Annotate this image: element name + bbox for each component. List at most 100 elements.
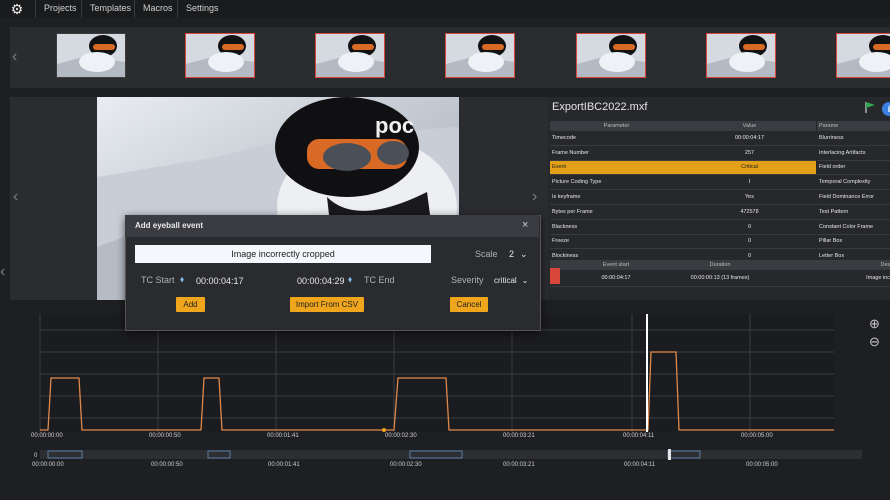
param-value: Yes xyxy=(683,189,816,205)
tc-start-spin-icon[interactable]: ⬧ xyxy=(180,274,184,285)
param-name: Timecode xyxy=(550,130,683,146)
param-row[interactable]: Frame Number 257 xyxy=(550,145,816,161)
event-start: 00:00:04:17 xyxy=(562,269,670,287)
timeline-tick-label: 00:00:02:30 xyxy=(385,433,417,439)
overview-tick-label: 00:00:05:00 xyxy=(746,462,778,468)
param-row[interactable]: Pillar Box xyxy=(817,234,890,250)
event-marker xyxy=(382,428,386,432)
nav-macros[interactable]: Macros xyxy=(134,0,181,18)
cancel-button[interactable]: Cancel xyxy=(450,297,488,312)
param-value: I xyxy=(683,174,816,191)
severity-value: critical xyxy=(494,276,517,285)
close-icon[interactable]: × xyxy=(522,219,528,231)
param-value: 472578 xyxy=(683,204,816,220)
param-row[interactable]: Field order xyxy=(817,160,890,176)
viewer-prev-arrow-icon[interactable]: ‹ xyxy=(13,188,18,206)
events-header-desc: Desc xyxy=(770,260,890,270)
overview-tick-label: 00:00:00:50 xyxy=(151,462,183,468)
param-row[interactable]: Is keyframe Yes xyxy=(550,189,816,205)
param-name: Frame Number xyxy=(550,145,683,161)
nav-settings[interactable]: Settings xyxy=(177,0,227,18)
param-name: Blurriness xyxy=(817,130,890,146)
zoom-in-icon[interactable]: ⊕ xyxy=(869,316,880,332)
zoom-out-icon[interactable]: ⊖ xyxy=(869,334,880,350)
param-value: 0 xyxy=(683,234,816,250)
param-name: Temporal Complexity xyxy=(817,174,890,191)
events-header-duration: Duration xyxy=(670,260,770,270)
param-name: Interlacing Artifacts xyxy=(817,145,890,161)
param-value: 0 xyxy=(683,219,816,235)
overview-tick-label: 00:00:03:21 xyxy=(503,462,535,468)
thumb-prev-arrow-icon[interactable]: ‹ xyxy=(12,48,17,66)
param-value: 257 xyxy=(683,145,816,161)
thumbnail[interactable] xyxy=(576,33,646,78)
tc-end-spin-icon[interactable]: ⬧ xyxy=(348,274,352,285)
overview-tick-label: 00:00:02:30 xyxy=(390,462,422,468)
timeline-plot xyxy=(40,314,834,432)
info-icon[interactable]: i xyxy=(882,102,890,116)
right-param-header: Parame xyxy=(817,121,890,131)
param-row[interactable]: Constant Color Frame xyxy=(817,219,890,235)
param-name: Field Dominance Error xyxy=(817,189,890,205)
param-row[interactable]: Timecode 00:00:04:17 xyxy=(550,130,816,146)
param-row[interactable]: Interlacing Artifacts xyxy=(817,145,890,161)
param-name: Pillar Box xyxy=(817,234,890,250)
param-row[interactable]: Event Critical xyxy=(550,160,816,176)
thumbnail[interactable] xyxy=(185,33,255,78)
param-row[interactable]: Blurriness xyxy=(817,130,890,146)
tc-end-label: TC End xyxy=(364,275,395,285)
nav-templates[interactable]: Templates xyxy=(81,0,139,18)
event-description-input[interactable] xyxy=(135,245,431,263)
param-name: Picture Coding Type xyxy=(550,174,683,191)
overview-tick-label: 00:00:00:00 xyxy=(32,462,64,468)
overview-playhead xyxy=(668,449,671,460)
thumbnail[interactable] xyxy=(445,33,515,78)
thumbnail[interactable] xyxy=(836,33,890,78)
param-row[interactable]: Blackness 0 xyxy=(550,219,816,235)
param-row[interactable]: Bytes per Frame 472578 xyxy=(550,204,816,220)
severity-select[interactable]: critical ⌄ xyxy=(494,276,528,285)
dialog-title: Add eyeball event xyxy=(135,221,204,230)
severity-label: Severity xyxy=(451,275,484,285)
scale-label: Scale xyxy=(475,249,498,259)
parameter-table-right: Parame Blurriness Interlacing Artifacts Fi… xyxy=(817,121,890,265)
side-collapse-arrow-icon[interactable]: ‹ xyxy=(0,263,5,281)
thumbnail[interactable] xyxy=(56,33,126,78)
param-name: Event xyxy=(550,160,683,176)
nav-projects[interactable]: Projects xyxy=(35,0,85,18)
scale-select[interactable]: 2 ⌄ xyxy=(509,249,528,260)
add-button[interactable]: Add xyxy=(176,297,205,312)
param-row[interactable]: Picture Coding Type I xyxy=(550,174,816,191)
events-header-start: Event start xyxy=(562,260,670,270)
tc-start-input[interactable]: 00:00:04:17 xyxy=(196,276,244,286)
value-header: Value xyxy=(683,121,816,131)
flag-icon[interactable] xyxy=(864,101,876,115)
thumbnail[interactable] xyxy=(706,33,776,78)
import-csv-button[interactable]: Import From CSV xyxy=(290,297,364,312)
event-desc: Image inco xyxy=(770,269,890,287)
overview-tick-label: 00:00:01:41 xyxy=(268,462,300,468)
event-row[interactable]: 00:00:04:17 00:00:00:13 (13 frames) Imag… xyxy=(550,269,890,287)
tc-end-input[interactable]: 00:00:04:29 xyxy=(297,276,345,286)
overview-zero-label: 0 xyxy=(34,453,38,459)
events-table: Event start Duration Desc 00:00:04:17 00… xyxy=(550,260,890,287)
param-value: 00:00:04:17 xyxy=(683,130,816,146)
param-name: Blackness xyxy=(550,219,683,235)
timeline-tick-label: 00:00:01:41 xyxy=(267,433,299,439)
scale-value: 2 xyxy=(509,249,515,259)
param-name: Bytes per Frame xyxy=(550,204,683,220)
param-name: Test Pattern xyxy=(817,204,890,220)
event-duration: 00:00:00:13 (13 frames) xyxy=(670,269,770,287)
timeline-tick-label: 00:00:03:21 xyxy=(503,433,535,439)
param-row[interactable]: Temporal Complexity xyxy=(817,174,890,191)
param-row[interactable]: Test Pattern xyxy=(817,204,890,220)
viewer-next-arrow-icon[interactable]: › xyxy=(532,188,537,206)
gear-icon[interactable]: ⚙ xyxy=(9,1,25,17)
chevron-down-icon: ⌄ xyxy=(520,249,528,259)
timeline-tick-label: 00:00:00:00 xyxy=(31,433,63,439)
thumbnail[interactable] xyxy=(315,33,385,78)
param-row[interactable]: Freeze 0 xyxy=(550,234,816,250)
param-value: Critical xyxy=(683,160,816,176)
param-header: Parameter xyxy=(550,121,683,131)
param-row[interactable]: Field Dominance Error xyxy=(817,189,890,205)
